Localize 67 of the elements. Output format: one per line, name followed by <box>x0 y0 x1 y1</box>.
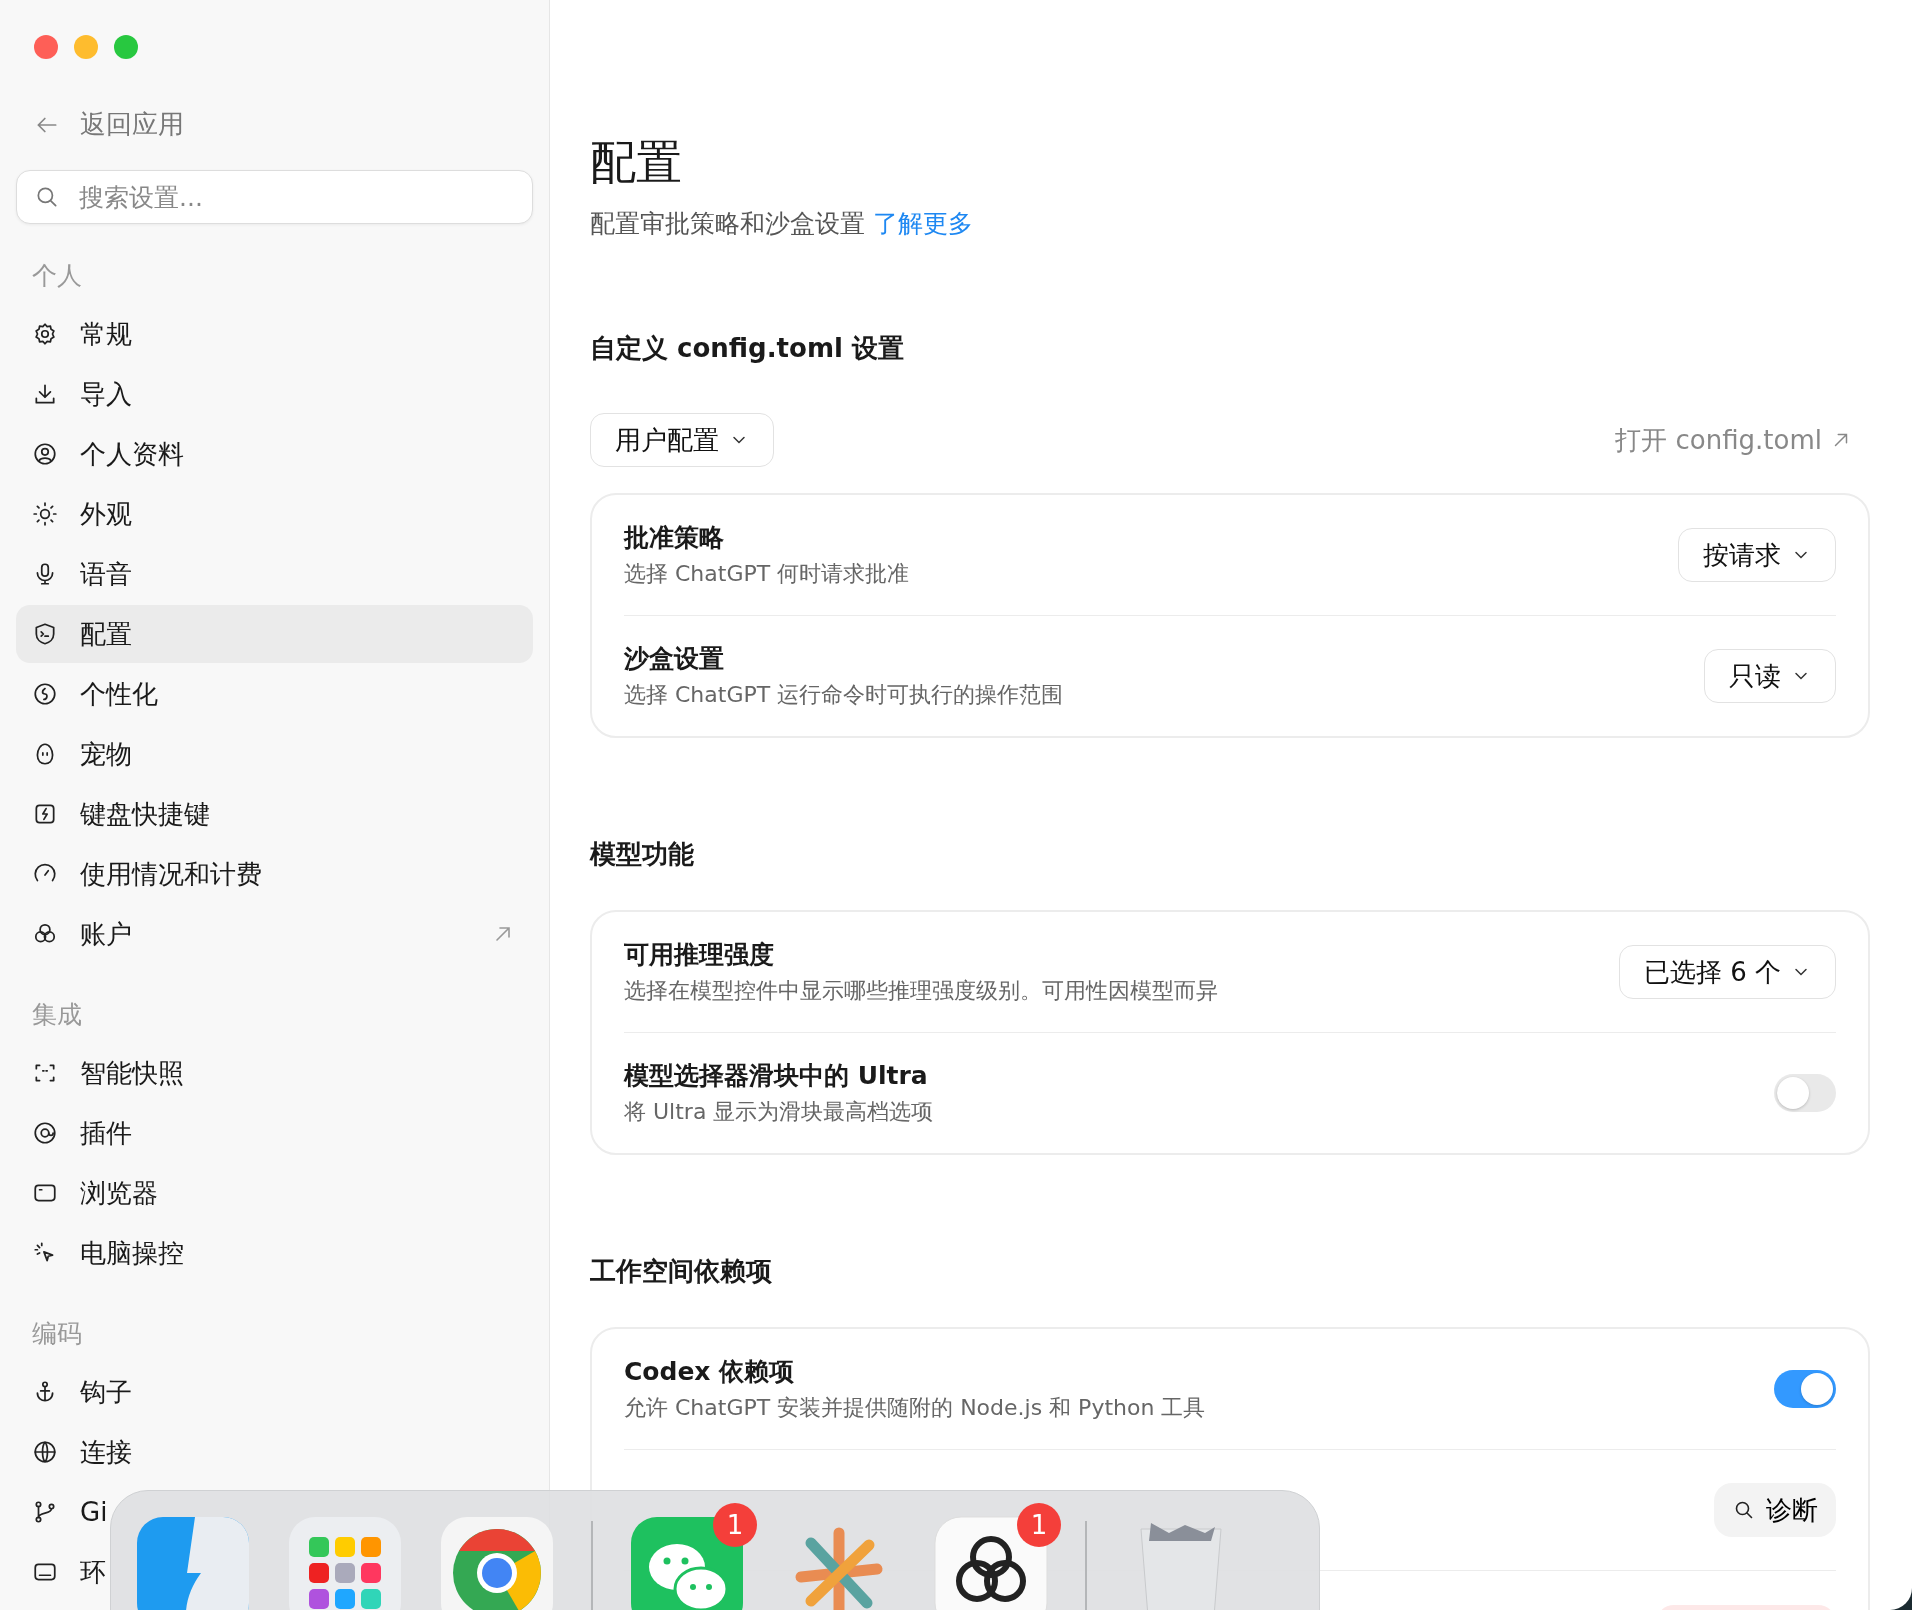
sidebar-item[interactable]: 宠物 <box>16 725 132 783</box>
setting-description: 选择 ChatGPT 何时请求批准 <box>624 560 910 588</box>
sidebar-item[interactable]: 配置 <box>16 605 533 663</box>
sidebar-item[interactable]: 语音 <box>16 545 132 603</box>
page-subtitle: 配置审批策略和沙盒设置 <box>590 209 865 238</box>
notification-badge: 1 <box>713 1503 757 1547</box>
grid-app-icon[interactable] <box>287 1515 403 1610</box>
setting-description: 允许 ChatGPT 安装并提供随附的 Node.js 和 Python 工具 <box>624 1394 1206 1422</box>
sidebar-item[interactable]: 环 <box>16 1543 106 1601</box>
setting-title: 沙盒设置 <box>624 643 725 675</box>
sidebar-item[interactable]: 外观 <box>16 485 132 543</box>
sidebar-item[interactable]: 常规 <box>16 305 132 363</box>
sidebar-item[interactable]: 智能快照 <box>16 1044 184 1102</box>
group-heading: 编码 <box>32 1318 82 1350</box>
chat-app-icon[interactable] <box>629 1515 745 1610</box>
setting-description: 将 Ultra 显示为滑块最高档选项 <box>624 1098 934 1126</box>
learn-more-link[interactable]: 了解更多 <box>872 209 973 238</box>
sidebar-item[interactable]: 插件 <box>16 1104 132 1162</box>
setting-description: 选择在模型控件中显示哪些推理强度级别。可用性因模型而异 <box>624 977 1218 1005</box>
sidebar-item[interactable]: 个性化 <box>16 665 158 723</box>
setting-title: 模型选择器滑块中的 Ultra <box>624 1060 929 1092</box>
select-dropdown[interactable]: 已选择 6 个 <box>1618 945 1836 999</box>
swirl-icon <box>32 681 58 707</box>
open-config-link[interactable]: 打开 config.toml <box>1615 422 1852 458</box>
close-button[interactable] <box>34 35 58 59</box>
browser-app-icon[interactable] <box>439 1515 555 1610</box>
select-dropdown[interactable]: 按请求 <box>1678 528 1836 582</box>
knot-app-icon[interactable] <box>933 1515 1049 1610</box>
sun-icon <box>32 501 58 527</box>
section-heading: 自定义 config.toml 设置 <box>590 332 904 365</box>
settings-icon <box>32 321 58 347</box>
page-title: 配置 <box>590 134 682 190</box>
sidebar-item[interactable]: 账户 <box>16 905 533 963</box>
bolt-icon <box>32 801 58 827</box>
back-link[interactable]: 返回应用 <box>34 107 184 142</box>
setting-description: 选择 ChatGPT 运行命令时可执行的操作范围 <box>624 681 1064 709</box>
profile-dropdown[interactable]: 用户配置 <box>590 413 774 467</box>
notification-badge: 1 <box>1017 1503 1061 1547</box>
sidebar-item[interactable]: 浏览器 <box>16 1164 158 1222</box>
sidebar-item[interactable]: 钩子 <box>16 1363 132 1421</box>
sidebar-item[interactable]: Gi <box>16 1483 108 1541</box>
diagnose-button[interactable]: 诊断 <box>1714 1483 1836 1537</box>
split-square-app-icon[interactable] <box>135 1515 251 1610</box>
section-heading: 工作空间依赖项 <box>590 1255 772 1288</box>
select-dropdown[interactable]: 只读 <box>1704 649 1836 703</box>
branch-icon <box>32 1499 58 1525</box>
user-icon <box>32 441 58 467</box>
sidebar-item[interactable]: 导入 <box>16 365 132 423</box>
setting-title: 可用推理强度 <box>624 939 775 971</box>
search-field[interactable]: 搜索设置... <box>16 170 533 224</box>
toggle-switch[interactable] <box>1774 1074 1836 1112</box>
group-heading: 个人 <box>32 260 82 292</box>
globe-icon <box>32 1439 58 1465</box>
sidebar-item[interactable]: 连接 <box>16 1423 132 1481</box>
toggle-switch[interactable] <box>1774 1370 1836 1408</box>
sidebar-item[interactable]: 使用情况和计费 <box>16 845 262 903</box>
setting-title: 批准策略 <box>624 522 725 554</box>
group-heading: 集成 <box>32 999 82 1031</box>
shield-icon <box>32 621 58 647</box>
sidebar-item[interactable]: 电脑操控 <box>16 1224 184 1282</box>
plugin-icon <box>32 1120 58 1146</box>
sidebar-item[interactable]: 键盘快捷键 <box>16 785 210 843</box>
zoom-button[interactable] <box>114 35 138 59</box>
setting-title: Codex 依赖项 <box>624 1356 796 1388</box>
section-heading: 模型功能 <box>590 838 694 871</box>
minimize-button[interactable] <box>74 35 98 59</box>
sidebar-item[interactable]: 个人资料 <box>16 425 184 483</box>
